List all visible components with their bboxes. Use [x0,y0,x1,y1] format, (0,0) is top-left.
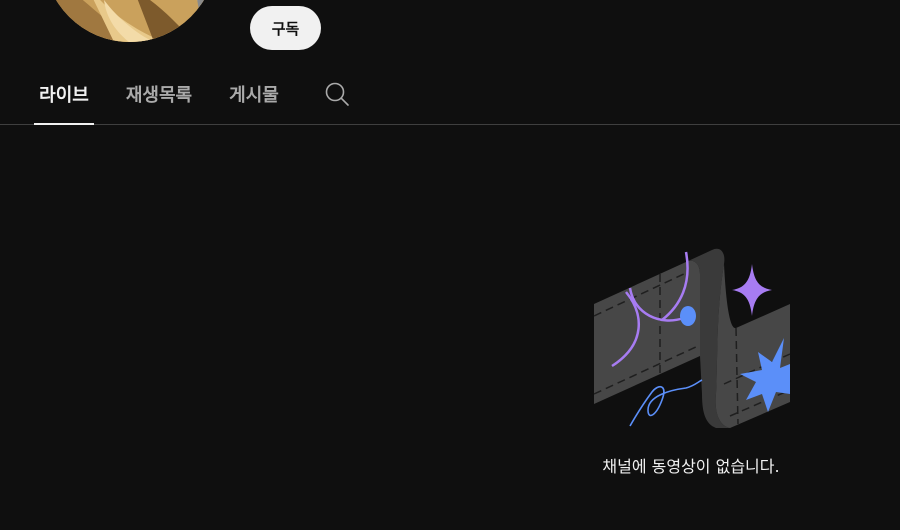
tab-live[interactable]: 라이브 [34,64,94,125]
search-button[interactable] [322,78,352,110]
tab-playlists[interactable]: 재생목록 [122,64,196,124]
channel-tabs: 라이브 재생목록 게시물 [0,64,900,125]
search-icon [325,82,349,106]
film-strip-illustration [593,248,791,428]
tab-posts[interactable]: 게시물 [226,64,282,124]
empty-state-message: 채널에 동영상이 없습니다. [602,457,780,476]
channel-page: 구독 라이브 재생목록 게시물 채널에 동영상이 없습니다. [0,0,900,530]
avatar[interactable] [44,0,216,42]
avatar-image [44,0,216,42]
subscribe-button[interactable]: 구독 [250,6,321,50]
empty-state-illustration [590,244,794,430]
